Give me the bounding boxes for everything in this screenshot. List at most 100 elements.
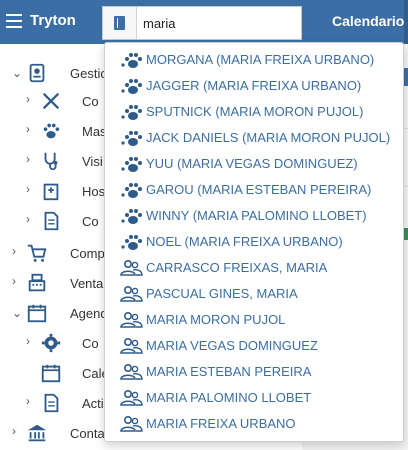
chevron-down-icon[interactable]: ⌄ bbox=[12, 306, 22, 320]
sidebar-item-hospital[interactable]: › Hos bbox=[0, 178, 106, 204]
chevron-right-icon[interactable]: › bbox=[12, 244, 16, 258]
search-input[interactable] bbox=[143, 13, 293, 33]
sidebar-item-label: Mas bbox=[82, 124, 107, 139]
result-item[interactable]: PASCUAL GINES, MARIA bbox=[119, 283, 401, 305]
result-item[interactable]: WINNY (MARIA PALOMINO LLOBET) bbox=[119, 205, 401, 227]
sidebar-item-label: Venta bbox=[70, 276, 104, 291]
chevron-right-icon[interactable]: › bbox=[26, 334, 30, 348]
people-icon bbox=[120, 389, 143, 406]
result-label: SPUTNICK (MARIA MORON PUJOL) bbox=[146, 104, 364, 119]
result-item[interactable]: GAROU (MARIA ESTEBAN PEREIRA) bbox=[119, 179, 401, 201]
document-icon bbox=[44, 393, 59, 413]
result-item[interactable]: CARRASCO FREIXAS, MARIA bbox=[119, 257, 401, 279]
result-item[interactable]: SPUTNICK (MARIA MORON PUJOL) bbox=[119, 101, 401, 123]
tools-icon bbox=[42, 92, 60, 110]
document-icon bbox=[44, 211, 59, 231]
chevron-down-icon[interactable]: ⌄ bbox=[12, 66, 22, 80]
result-label: YUU (MARIA VEGAS DOMINGUEZ) bbox=[146, 156, 358, 171]
chevron-right-icon[interactable]: › bbox=[26, 152, 30, 166]
sidebar-item-agenda[interactable]: ⌄ Agend bbox=[0, 300, 108, 326]
paw-icon bbox=[43, 123, 60, 139]
sidebar-item-label: Co bbox=[82, 94, 99, 109]
paw-icon bbox=[121, 235, 142, 250]
result-label: MARIA MORON PUJOL bbox=[146, 312, 286, 327]
paw-icon bbox=[121, 53, 142, 68]
stethoscope-icon bbox=[44, 152, 58, 171]
chevron-right-icon[interactable]: › bbox=[26, 92, 30, 106]
calendar-icon bbox=[41, 364, 61, 383]
paw-icon bbox=[121, 183, 142, 198]
sidebar-item-compras[interactable]: › Comp bbox=[0, 240, 105, 266]
sidebar-item-label: Conta bbox=[70, 426, 105, 441]
paw-icon bbox=[121, 131, 142, 146]
paw-icon bbox=[121, 157, 142, 172]
people-icon bbox=[120, 363, 143, 380]
sidebar-item-label: Co bbox=[82, 336, 99, 351]
sidebar-item-label: Hos bbox=[82, 184, 106, 199]
chevron-right-icon[interactable]: › bbox=[26, 182, 30, 196]
result-label: JACK DANIELS (MARIA MORON PUJOL) bbox=[146, 130, 391, 145]
result-item[interactable]: MARIA VEGAS DOMINGUEZ bbox=[119, 335, 401, 357]
result-item[interactable]: JAGGER (MARIA FREIXA URBANO) bbox=[119, 75, 401, 97]
paw-icon bbox=[121, 79, 142, 94]
sidebar-item-gestion[interactable]: ⌄ Gestio bbox=[0, 60, 108, 86]
sidebar-item-config-2[interactable]: › Co bbox=[0, 208, 102, 234]
result-item[interactable]: MARIA ESTEBAN PEREIRA bbox=[119, 361, 401, 383]
people-icon bbox=[120, 337, 143, 354]
result-item[interactable]: NOEL (MARIA FREIXA URBANO) bbox=[119, 231, 401, 253]
sidebar-item-mascotas[interactable]: › Mas bbox=[0, 118, 107, 144]
people-icon bbox=[120, 285, 143, 302]
result-label: MARIA VEGAS DOMINGUEZ bbox=[146, 338, 318, 353]
header-edge bbox=[404, 0, 408, 44]
gear-icon bbox=[41, 333, 61, 353]
people-icon bbox=[120, 311, 143, 328]
sidebar-item-agenda-config[interactable]: › Co bbox=[0, 330, 102, 356]
chevron-right-icon[interactable]: › bbox=[26, 394, 30, 408]
result-label: MARIA PALOMINO LLOBET bbox=[146, 390, 312, 405]
chevron-right-icon[interactable]: › bbox=[26, 122, 30, 136]
sidebar-item-label: Visi bbox=[82, 154, 103, 169]
search-button[interactable] bbox=[103, 7, 137, 39]
sidebar-item-label: Gestio bbox=[70, 66, 108, 81]
chevron-right-icon[interactable]: › bbox=[12, 274, 16, 288]
register-icon bbox=[28, 273, 46, 292]
chevron-right-icon[interactable]: › bbox=[26, 212, 30, 226]
result-label: WINNY (MARIA PALOMINO LLOBET) bbox=[146, 208, 367, 223]
result-item[interactable]: JACK DANIELS (MARIA MORON PUJOL) bbox=[119, 127, 401, 149]
result-label: MORGANA (MARIA FREIXA URBANO) bbox=[146, 52, 375, 67]
result-item[interactable]: MARIA PALOMINO LLOBET bbox=[119, 387, 401, 409]
cart-icon bbox=[27, 244, 47, 262]
paw-icon bbox=[121, 105, 142, 120]
app-title[interactable]: Tryton bbox=[30, 12, 76, 29]
result-item[interactable]: MARIA FREIXA URBANO bbox=[119, 413, 401, 435]
result-item[interactable]: MORGANA (MARIA FREIXA URBANO) bbox=[119, 49, 401, 71]
result-item[interactable]: MARIA MORON PUJOL bbox=[119, 309, 401, 331]
sidebar-item-visitas[interactable]: › Visi bbox=[0, 148, 103, 174]
sidebar-item-ventas[interactable]: › Venta bbox=[0, 270, 104, 296]
search-results-dropdown: MORGANA (MARIA FREIXA URBANO) JAGGER (MA… bbox=[104, 42, 404, 442]
chevron-right-icon[interactable]: › bbox=[12, 424, 16, 438]
vet-icon bbox=[29, 63, 45, 83]
sidebar-item-label: Agend bbox=[70, 306, 108, 321]
hospital-icon bbox=[43, 183, 59, 201]
paw-icon bbox=[121, 209, 142, 224]
result-label: GAROU (MARIA ESTEBAN PEREIRA) bbox=[146, 182, 372, 197]
result-item[interactable]: YUU (MARIA VEGAS DOMINGUEZ) bbox=[119, 153, 401, 175]
book-icon bbox=[114, 16, 125, 30]
sidebar-item-label: Comp bbox=[70, 246, 105, 261]
sidebar-item-actividades[interactable]: › Acti bbox=[0, 390, 104, 416]
bank-icon bbox=[27, 424, 47, 442]
menu-icon[interactable] bbox=[6, 14, 22, 28]
result-label: CARRASCO FREIXAS, MARIA bbox=[146, 260, 328, 275]
calendar-link[interactable]: Calendario bbox=[332, 13, 404, 29]
result-label: JAGGER (MARIA FREIXA URBANO) bbox=[146, 78, 362, 93]
sidebar-item-contabilidad[interactable]: › Conta bbox=[0, 420, 105, 446]
sidebar-item-label: Co bbox=[82, 214, 99, 229]
sidebar-item-calendario[interactable]: Cale bbox=[0, 360, 109, 386]
calendar-icon bbox=[27, 304, 47, 323]
result-label: MARIA FREIXA URBANO bbox=[146, 416, 296, 431]
sidebar-item-label: Acti bbox=[82, 396, 104, 411]
result-label: PASCUAL GINES, MARIA bbox=[146, 286, 298, 301]
sidebar-item-config[interactable]: › Co bbox=[0, 88, 102, 114]
sidebar: ⌄ Gestio › Co › Mas › Visi › Hos › Co › … bbox=[0, 44, 109, 450]
